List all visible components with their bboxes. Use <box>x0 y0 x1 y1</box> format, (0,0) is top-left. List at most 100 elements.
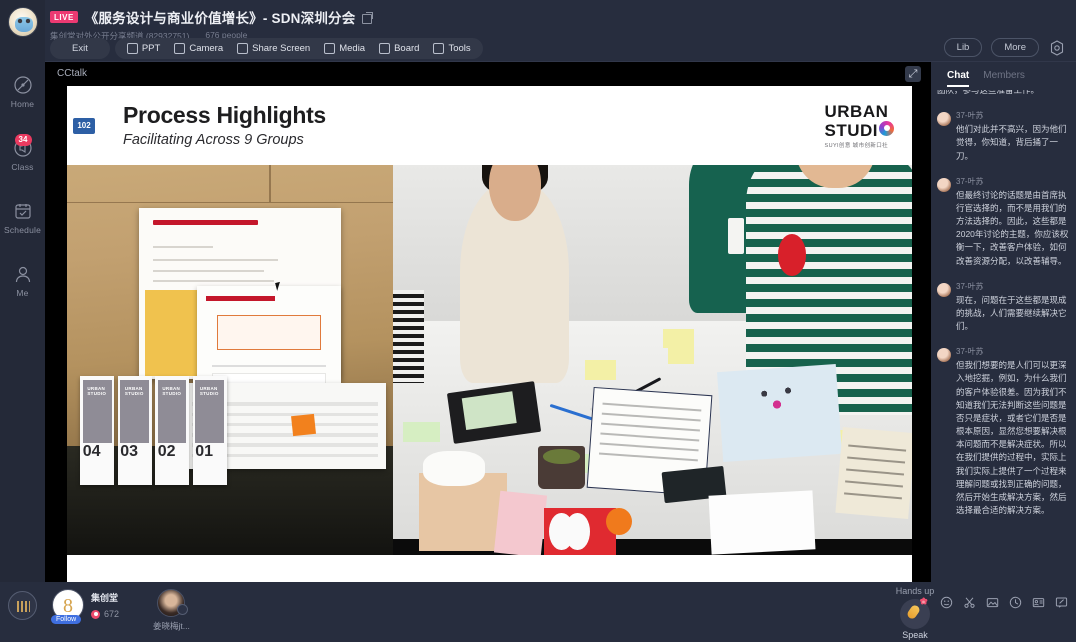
speaker-participant[interactable]: 姜晓梅jt... <box>153 589 190 632</box>
sidebar-item-label: Schedule <box>3 225 42 235</box>
chat-message: 团队，参与这些准备工作。 <box>937 90 1070 97</box>
stage-bar: CCtalk <box>45 62 931 86</box>
calendar-check-icon <box>12 200 34 222</box>
toolbar-label: Media <box>339 43 366 54</box>
toolbar-camera[interactable]: Camera <box>174 43 223 54</box>
speaker-list: Follow 集创堂 672 姜晓梅jt... <box>51 589 190 632</box>
sidebar-item-schedule[interactable]: Schedule <box>0 191 45 242</box>
header-right-actions: Lib More <box>943 38 1066 57</box>
page-title: 《服务设计与商业价值增长》- SDN深圳分会 <box>84 11 356 26</box>
slide-titles: Process Highlights Facilitating Across 9… <box>123 102 326 148</box>
comment-icon[interactable] <box>1055 596 1068 609</box>
clock-icon[interactable] <box>1009 596 1022 609</box>
sidebar-item-home[interactable]: Home <box>0 65 45 116</box>
avatar <box>937 348 951 363</box>
card-icon[interactable] <box>1032 596 1045 609</box>
flower-count-value: 672 <box>104 609 120 619</box>
tab-members[interactable]: Members <box>983 70 1025 87</box>
speaker-host[interactable]: Follow 集创堂 672 <box>51 589 119 624</box>
toolbar-share-screen[interactable]: Share Screen <box>237 43 310 54</box>
avatar <box>937 282 951 297</box>
room-toolbar: Exit PPT Camera Share Screen Media Board… <box>50 38 483 59</box>
chat-message-text: 但我们想要的是人们可以更深入地挖掘，例如，为什么我们的客户体验很差。因为我们不知… <box>956 360 1067 516</box>
header-title-row: LIVE 《服务设计与商业价值增长》- SDN深圳分会 <box>45 0 1076 27</box>
compass-icon <box>12 74 34 96</box>
follow-button[interactable]: Follow <box>51 615 82 624</box>
chat-tabs: Chat Members <box>931 62 1076 87</box>
person-icon <box>12 263 34 285</box>
toolbar-group: PPT Camera Share Screen Media Board Tool… <box>114 38 483 59</box>
chat-message-author: 37-叶苏 <box>956 176 984 186</box>
tab-chat[interactable]: Chat <box>947 70 970 87</box>
speaker-name: 姜晓梅jt... <box>153 621 190 631</box>
cctalk-live-room: Home 34 Class Schedule Me LIVE 《服务设计与商业价… <box>0 0 1076 642</box>
toolbar-label: Tools <box>448 43 471 54</box>
card-number: 04 <box>82 442 101 460</box>
class-badge: 34 <box>14 134 32 146</box>
slide-subtitle: Facilitating Across 9 Groups <box>123 131 304 148</box>
hands-up-label: Hands up <box>895 586 935 596</box>
toolbar-label: Camera <box>189 43 224 54</box>
class-speaker-icon: 34 <box>12 134 34 159</box>
sidebar-item-label: Home <box>10 99 35 109</box>
sidebar-item-label: Class <box>11 162 34 172</box>
card-number: 03 <box>120 442 139 460</box>
scissors-icon[interactable] <box>963 596 976 609</box>
tools-icon <box>433 43 445 54</box>
emoji-smiley-icon[interactable] <box>940 596 953 609</box>
live-badge: LIVE <box>50 10 78 24</box>
sidebar-item-me[interactable]: Me <box>0 254 45 305</box>
audio-equalizer-icon[interactable] <box>8 591 37 620</box>
toolbar-tools[interactable]: Tools <box>433 43 471 54</box>
logo-subtext: SUYI创意 城市创新口社 <box>824 143 889 150</box>
workshop-participants-photo <box>393 165 912 555</box>
logo-line-2: STUDI <box>824 120 878 140</box>
ppt-icon <box>126 43 138 54</box>
chat-message-list[interactable]: 团队，参与这些准备工作。 37-叶苏 他们对此并不高兴，因为他们觉得，你知道，背… <box>931 90 1076 582</box>
expand-fullscreen-icon[interactable] <box>905 66 921 82</box>
lib-button[interactable]: Lib <box>943 38 983 57</box>
slide-title: Process Highlights <box>123 102 326 129</box>
chat-message-author: 37-叶苏 <box>956 281 984 291</box>
card-brand: URBAN STUDIO <box>87 385 107 397</box>
logo-line-2-row: STUDI <box>824 120 894 140</box>
gear-icon[interactable] <box>1048 39 1066 57</box>
chat-message-author: 37-叶苏 <box>956 111 984 121</box>
chat-message: 37-叶苏 他们对此并不高兴，因为他们觉得，你知道，背后捅了一刀。 <box>937 110 1070 163</box>
slide-canvas: 102 Process Highlights Facilitating Acro… <box>67 86 912 582</box>
stage-label: CCtalk <box>57 68 88 79</box>
mic-muted-icon <box>177 604 189 615</box>
toolbar-label: Share Screen <box>252 43 311 54</box>
card-number: 02 <box>157 442 176 460</box>
toolbar-ppt[interactable]: PPT <box>126 43 160 54</box>
slide-page-number: 102 <box>73 117 95 134</box>
logo-line-1: URBAN <box>824 102 889 121</box>
exit-button[interactable]: Exit <box>50 38 110 59</box>
header: LIVE 《服务设计与商业价值增长》- SDN深圳分会 集创堂对外公开分享频道 … <box>45 0 1076 62</box>
sidebar-item-label: Me <box>16 288 29 298</box>
chat-message-text: 团队，参与这些准备工作。 <box>937 90 1040 95</box>
chat-message-text: 他们对此并不高兴，因为他们觉得，你知道，背后捅了一刀。 <box>956 124 1067 161</box>
bottom-bar: Follow 集创堂 672 姜晓梅jt... Hands <box>0 582 1076 642</box>
hands-up-control[interactable]: Hands up Speak <box>882 586 948 640</box>
share-screen-icon <box>237 43 249 54</box>
left-nav-rail: Home 34 Class Schedule Me <box>0 0 45 642</box>
more-button[interactable]: More <box>991 38 1039 57</box>
urban-studio-logo: URBAN STUDI SUYI创意 城市创新口社 <box>824 102 894 150</box>
sidebar-item-class[interactable]: 34 Class <box>0 128 45 179</box>
user-avatar[interactable] <box>7 7 38 37</box>
slide-header: 102 Process Highlights Facilitating Acro… <box>67 86 912 165</box>
chat-message: 37-叶苏 但我们想要的是人们可以更深入地挖掘，例如，为什么我们的客户体验很差。… <box>937 346 1070 517</box>
external-link-icon[interactable] <box>362 11 374 24</box>
toolbar-media[interactable]: Media <box>324 43 365 54</box>
image-icon[interactable] <box>986 596 999 609</box>
gradient-circle-o-icon <box>879 120 894 136</box>
media-icon <box>324 43 336 54</box>
toolbar-label: Board <box>394 43 420 54</box>
avatar <box>937 177 951 192</box>
gift-flower-icon[interactable] <box>917 596 930 609</box>
toolbar-board[interactable]: Board <box>379 43 419 54</box>
chat-message: 37-叶苏 但最终讨论的话题是由首席执行官选择的，而不是用我们的方法选择的。因此… <box>937 176 1070 268</box>
chat-input-icons <box>917 596 1068 609</box>
flower-count: 672 <box>91 609 119 619</box>
